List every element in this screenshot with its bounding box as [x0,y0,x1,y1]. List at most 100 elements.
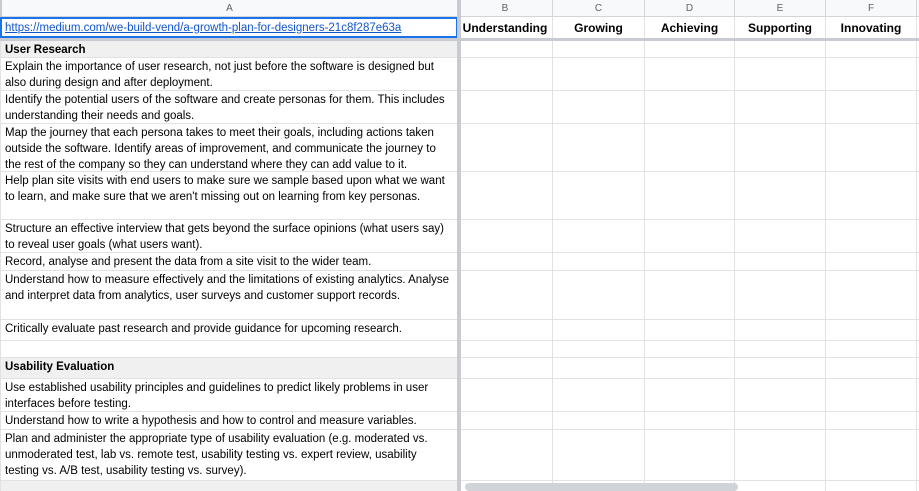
cell[interactable] [458,220,553,252]
cell[interactable] [735,253,826,270]
cell[interactable] [645,220,735,252]
cell-a[interactable] [0,341,458,357]
cell[interactable] [645,358,735,378]
cell[interactable] [553,341,645,357]
cell[interactable] [645,320,735,340]
cell-a[interactable]: Use established usability principles and… [0,379,458,411]
cell[interactable] [458,124,553,171]
column-header-d[interactable]: D [645,0,735,17]
cell[interactable] [553,253,645,270]
cell[interactable] [645,412,735,429]
column-header-e[interactable]: E [735,0,826,17]
cell[interactable] [735,379,826,411]
cell[interactable] [735,220,826,252]
cell[interactable] [826,430,917,480]
cell-a[interactable]: Structure an effective interview that ge… [0,220,458,252]
cell-f1-level[interactable]: Innovating [826,17,917,38]
column-header-b[interactable]: B [458,0,553,17]
cell[interactable] [645,253,735,270]
horizontal-scrollbar-thumb[interactable] [465,483,738,491]
cell[interactable] [458,412,553,429]
cell[interactable] [645,58,735,90]
cell-d1-level[interactable]: Achieving [645,17,735,38]
cell[interactable] [826,41,917,57]
cell[interactable] [553,271,645,319]
cell[interactable] [645,41,735,57]
cell[interactable] [826,220,917,252]
column-header-c[interactable]: C [553,0,645,17]
cell[interactable] [735,481,826,491]
cell[interactable] [645,91,735,123]
cell[interactable] [826,379,917,411]
cell[interactable] [458,41,553,57]
cell[interactable] [553,172,645,219]
cell[interactable] [826,358,917,378]
cell-a[interactable]: Explain the importance of user research,… [0,58,458,90]
cell[interactable] [458,341,553,357]
cell-a[interactable]: Plan and administer the appropriate type… [0,430,458,480]
cell[interactable] [826,124,917,171]
cell[interactable] [735,430,826,480]
cell[interactable] [458,379,553,411]
cell-a[interactable]: Critically evaluate past research and pr… [0,320,458,340]
column-header-a[interactable]: A [2,0,458,17]
cell[interactable] [735,341,826,357]
cell-a[interactable]: Record, analyse and present the data fro… [0,253,458,270]
cell[interactable] [645,379,735,411]
cell[interactable] [826,58,917,90]
cell[interactable] [458,358,553,378]
cell[interactable] [735,271,826,319]
cell[interactable] [735,320,826,340]
cell[interactable] [735,172,826,219]
cell[interactable] [826,91,917,123]
cell[interactable] [553,430,645,480]
cell[interactable] [458,172,553,219]
cell-a[interactable]: Map the journey that each persona takes … [0,124,458,171]
url-link[interactable]: https://medium.com/we-build-vend/a-growt… [5,22,401,34]
cell[interactable] [458,58,553,90]
column-header-f[interactable]: F [826,0,917,17]
cell-e1-level[interactable]: Supporting [735,17,826,38]
cell-a[interactable]: Help plan site visits with end users to … [0,172,458,219]
cell[interactable] [645,430,735,480]
cell[interactable] [645,341,735,357]
cell[interactable] [735,358,826,378]
cell[interactable] [553,220,645,252]
cell[interactable] [458,91,553,123]
cell-a[interactable]: Understand how to write a hypothesis and… [0,412,458,429]
cell[interactable] [645,172,735,219]
cell-a[interactable]: Usability Evaluation [0,358,458,378]
cell[interactable] [735,41,826,57]
cell[interactable] [826,253,917,270]
cell[interactable] [826,172,917,219]
cell[interactable] [553,358,645,378]
cell[interactable] [826,412,917,429]
cell[interactable] [553,91,645,123]
cell-b1-level[interactable]: Understanding [458,17,553,38]
cell[interactable] [553,41,645,57]
cell[interactable] [645,271,735,319]
cell[interactable] [553,124,645,171]
cell-a[interactable]: Understand how to measure effectively an… [0,271,458,319]
cell[interactable] [735,91,826,123]
cell[interactable] [826,481,917,491]
cell[interactable] [553,412,645,429]
cell-c1-level[interactable]: Growing [553,17,645,38]
cell[interactable] [458,271,553,319]
cell[interactable] [735,124,826,171]
cell-a[interactable] [0,481,458,491]
cell[interactable] [458,320,553,340]
cell[interactable] [553,379,645,411]
cell[interactable] [458,253,553,270]
cell[interactable] [458,430,553,480]
cell-a[interactable]: Identify the potential users of the soft… [0,91,458,123]
cell[interactable] [553,58,645,90]
cell[interactable] [826,271,917,319]
cell[interactable] [553,320,645,340]
cell-a[interactable]: User Research [0,41,458,57]
selected-cell-a1[interactable]: https://medium.com/we-build-vend/a-growt… [0,17,458,38]
cell[interactable] [735,412,826,429]
cell[interactable] [826,341,917,357]
cell[interactable] [735,58,826,90]
cell[interactable] [645,124,735,171]
